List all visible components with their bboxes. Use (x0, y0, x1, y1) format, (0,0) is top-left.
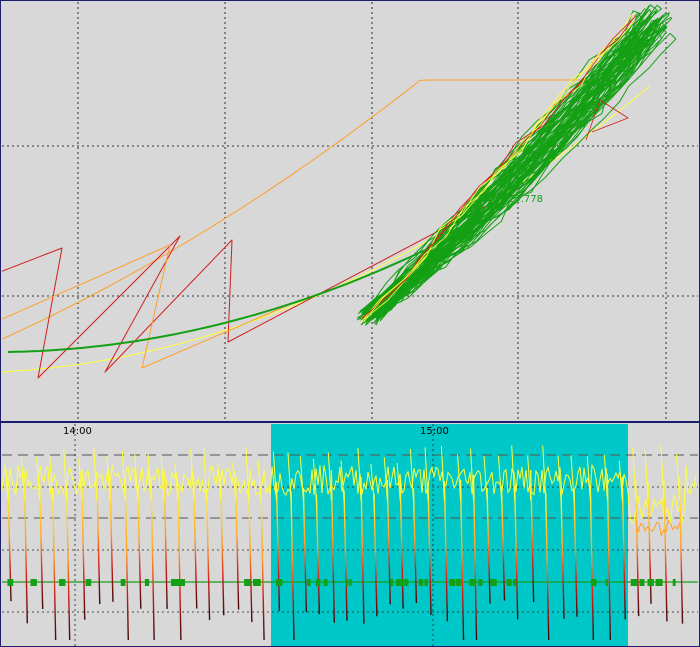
green-marker (315, 579, 321, 586)
green-marker (324, 579, 328, 586)
time-label-1400: 14:00 (63, 426, 92, 437)
green-marker (349, 579, 352, 586)
green-marker (59, 579, 66, 586)
green-marker (655, 579, 663, 586)
green-marker (120, 579, 126, 586)
green-marker (506, 579, 512, 586)
green-marker (401, 579, 405, 586)
green-marker (647, 579, 654, 586)
green-marker (449, 579, 456, 586)
telemetry-view: 27.778 14:00 15:00 (0, 0, 700, 647)
green-marker (306, 579, 311, 586)
green-marker (469, 579, 476, 586)
green-marker (639, 579, 645, 586)
value-annotation: 27.778 (508, 194, 543, 205)
green-marker (490, 579, 497, 586)
green-marker (176, 579, 184, 586)
green-marker (244, 579, 251, 586)
green-marker (513, 579, 517, 586)
green-marker (404, 579, 409, 586)
green-marker (170, 579, 177, 586)
green-marker (276, 579, 283, 586)
green-marker (252, 579, 259, 586)
green-marker (418, 579, 424, 586)
green-marker (590, 579, 597, 586)
time-label-1500: 15:00 (420, 426, 449, 437)
green-marker (605, 579, 608, 586)
green-marker (478, 579, 483, 586)
green-marker (672, 579, 676, 586)
green-marker (145, 579, 150, 586)
green-marker (85, 579, 92, 586)
top-panel: 27.778 (1, 1, 699, 421)
telemetry-chart: 27.778 14:00 15:00 (0, 0, 700, 647)
bottom-panel: 14:00 15:00 (1, 423, 699, 646)
green-marker (389, 579, 394, 586)
green-marker (630, 579, 638, 586)
green-marker (424, 579, 428, 586)
green-marker (458, 579, 462, 586)
green-marker (346, 579, 349, 586)
green-marker (30, 579, 37, 586)
green-marker (8, 579, 14, 586)
